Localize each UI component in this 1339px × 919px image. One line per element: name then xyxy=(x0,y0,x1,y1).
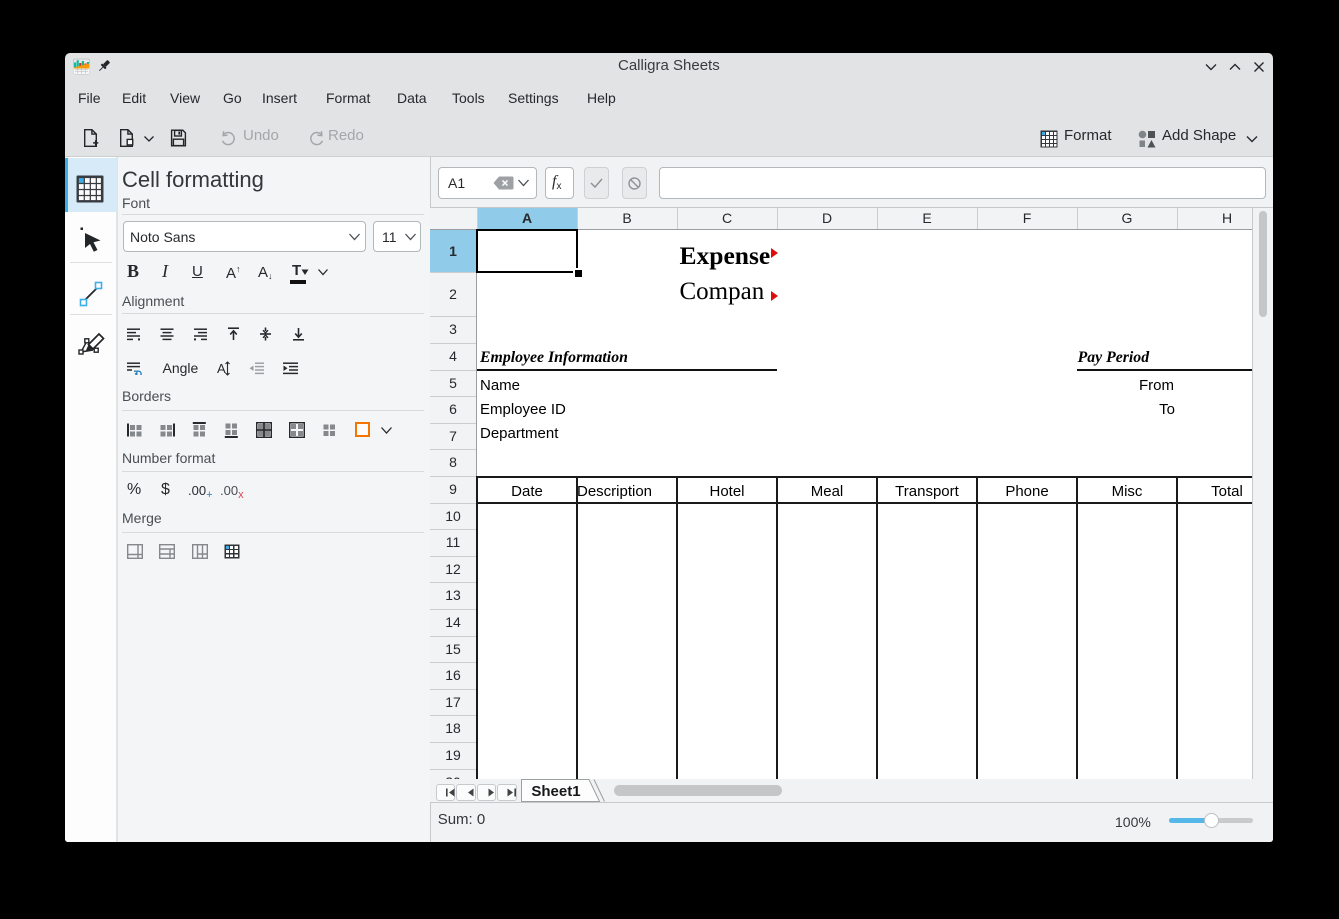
svg-text:A: A xyxy=(217,361,226,376)
